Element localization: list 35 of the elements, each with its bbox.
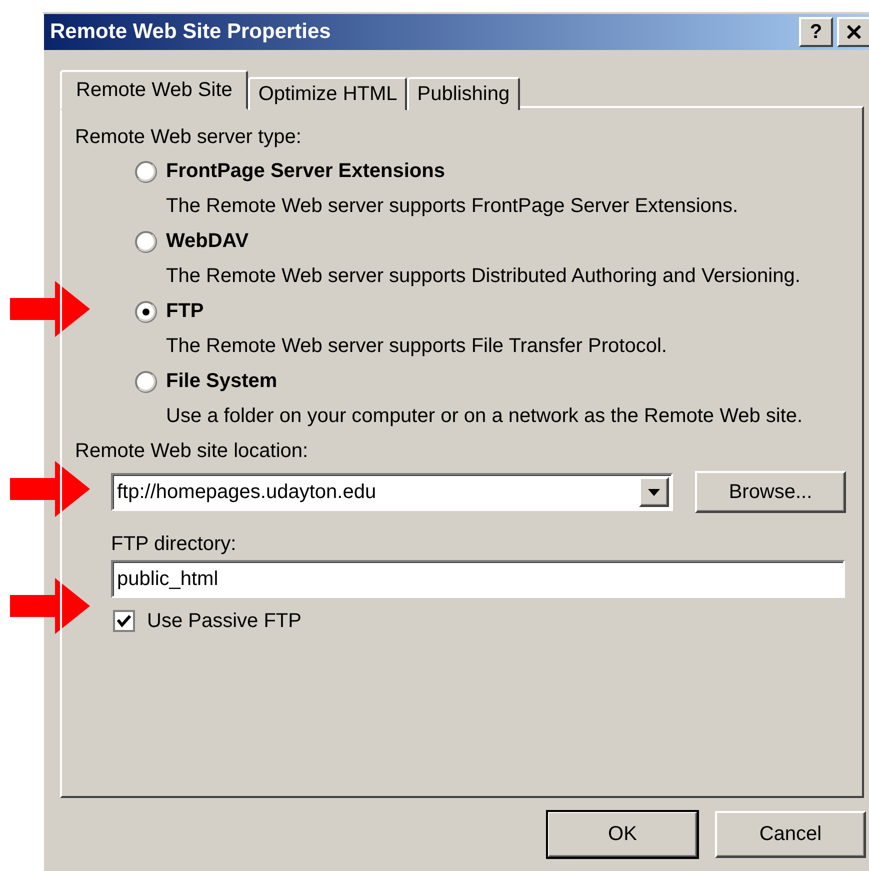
option-label: WebDAV	[166, 230, 249, 253]
group-label: Remote Web server type:	[75, 126, 302, 148]
option-description: Use a folder on your computer or on a network as the Remote Web site.	[166, 405, 803, 428]
tab[interactable]: Remote Web Site	[60, 70, 248, 110]
option-label: FrontPage Server Extensions	[166, 160, 445, 183]
checkbox[interactable]	[113, 610, 135, 632]
field-label: Remote Web site location:	[75, 440, 308, 462]
field-label: FTP directory:	[111, 533, 236, 556]
radio-button[interactable]	[135, 160, 157, 182]
close-button[interactable]	[837, 17, 869, 47]
help-button[interactable]: ?	[799, 17, 833, 47]
close-icon	[846, 24, 862, 40]
arrow-icon	[10, 461, 90, 517]
tab[interactable]: Publishing	[407, 77, 520, 110]
option-label: File System	[166, 370, 278, 393]
option-description: The Remote Web server supports Distributed Authoring and Versioning.	[166, 265, 800, 288]
radio-button[interactable]	[135, 230, 157, 252]
dropdown-button[interactable]	[639, 477, 669, 507]
arrow-icon	[10, 578, 90, 634]
tab[interactable]: Optimize HTML	[248, 77, 408, 110]
browse-button[interactable]: Browse...	[695, 471, 846, 513]
arrow-icon	[10, 281, 90, 337]
location-field[interactable]: ftp://homepages.udayton.edu	[117, 480, 639, 504]
radio-button[interactable]	[135, 300, 157, 322]
window-title: Remote Web Site Properties	[50, 20, 332, 44]
dialog-button[interactable]: OK	[547, 811, 698, 858]
option-description: The Remote Web server supports File Transfer Protocol.	[166, 335, 667, 358]
option-label: FTP	[166, 300, 204, 323]
location-combo-box[interactable]: ftp://homepages.udayton.edu	[111, 473, 673, 511]
ftp-directory-field[interactable]: public_html	[111, 560, 845, 598]
caret-icon	[648, 488, 660, 496]
radio-button[interactable]	[135, 370, 157, 392]
checkbox-label: Use Passive FTP	[147, 610, 302, 632]
dialog-button[interactable]: Cancel	[715, 811, 866, 858]
option-description: The Remote Web server supports FrontPage Server Extensions.	[166, 195, 738, 218]
